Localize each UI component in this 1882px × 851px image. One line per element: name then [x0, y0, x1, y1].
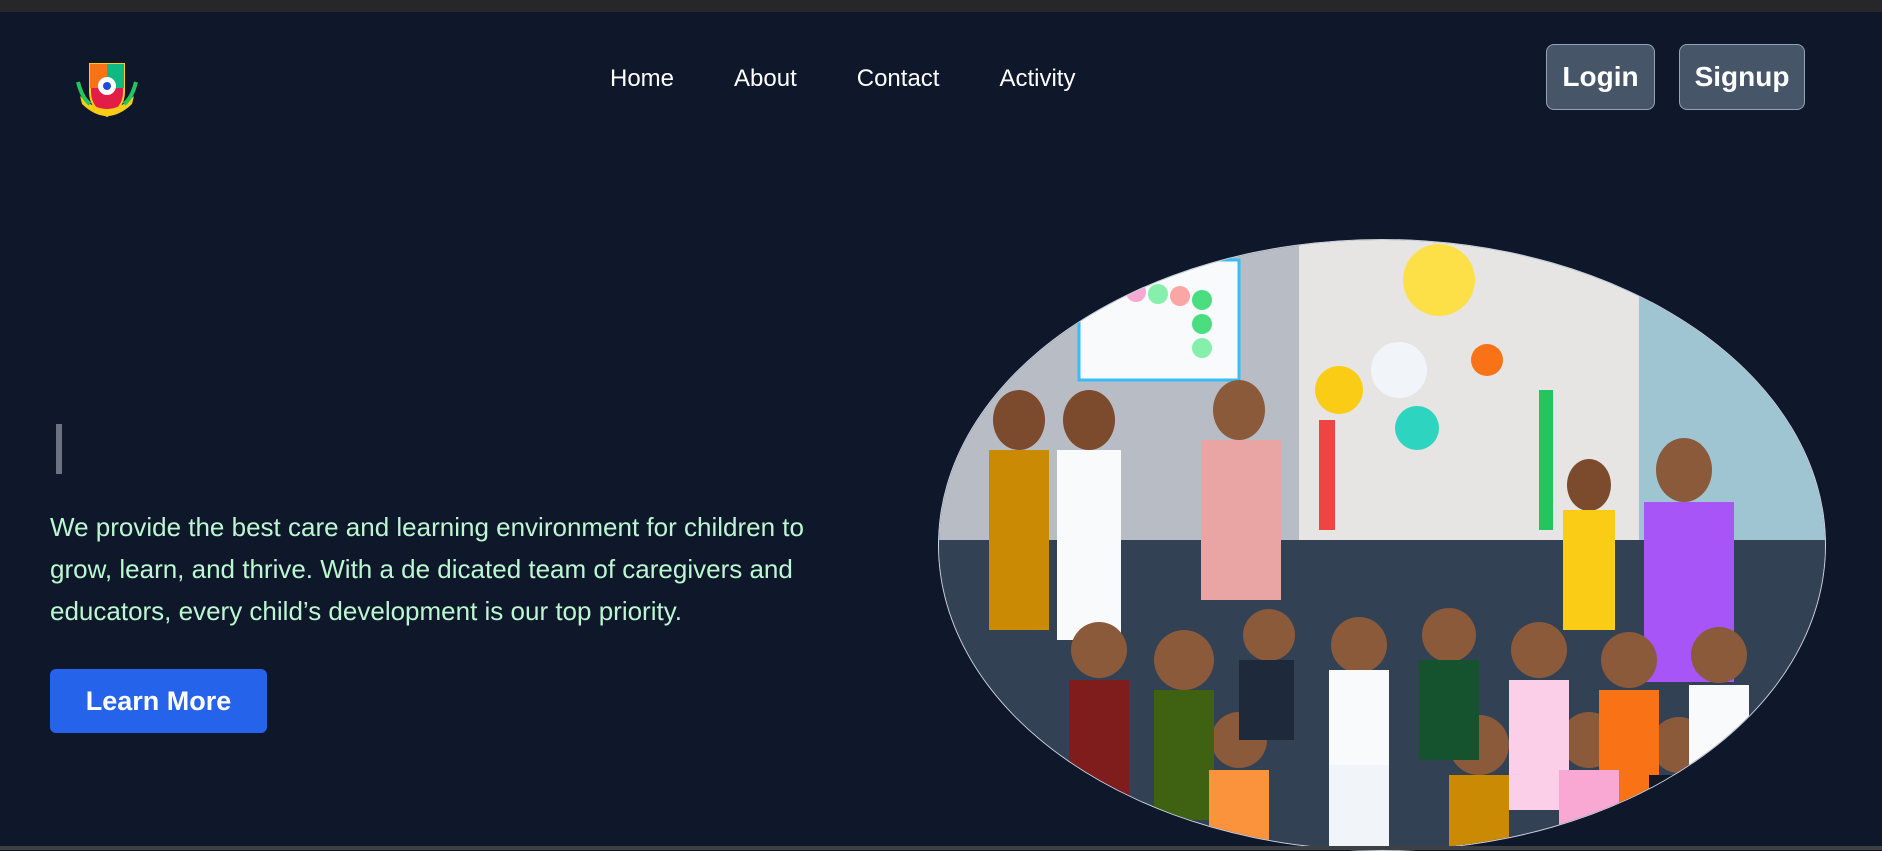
auth-buttons: Login Signup	[1546, 44, 1805, 110]
window-bottom-strip	[0, 846, 1882, 850]
school-crest-logo-icon[interactable]	[72, 52, 142, 122]
nav-link-activity[interactable]: Activity	[999, 62, 1075, 96]
window-top-strip	[0, 0, 1882, 12]
group-photo-children-teachers	[938, 239, 1826, 851]
login-button[interactable]: Login	[1546, 44, 1655, 110]
nav-link-contact[interactable]: Contact	[857, 62, 940, 96]
nav-link-home[interactable]: Home	[610, 62, 674, 96]
typing-cursor	[56, 424, 62, 474]
signup-button[interactable]: Signup	[1679, 44, 1805, 110]
hero-description: We provide the best care and learning en…	[50, 512, 804, 626]
learn-more-button[interactable]: Learn More	[50, 669, 267, 733]
nav-link-about[interactable]: About	[734, 62, 797, 96]
main-nav: Home About Contact Activity	[610, 62, 1075, 96]
